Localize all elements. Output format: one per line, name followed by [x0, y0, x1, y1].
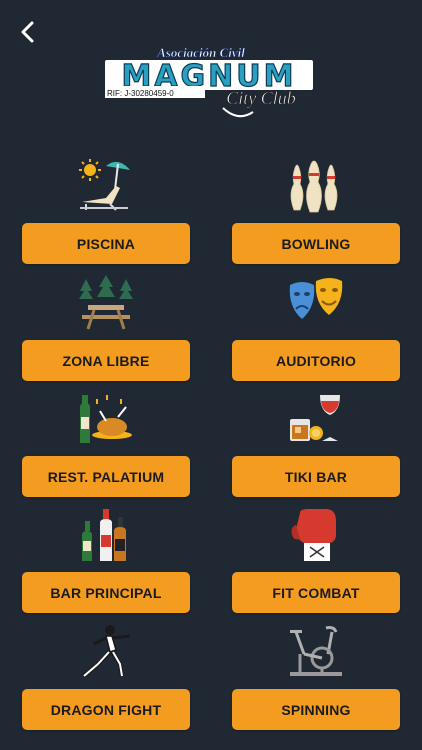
- menu-button[interactable]: PISCINA: [22, 223, 190, 264]
- menu-button[interactable]: BAR PRINCIPAL: [22, 572, 190, 613]
- menu-button[interactable]: SPINNING: [232, 689, 400, 730]
- menu-button[interactable]: BOWLING: [232, 223, 400, 264]
- menu-card-bowling: BOWLING: [232, 158, 400, 265]
- stationary-bike-icon: [286, 624, 346, 680]
- menu-card-rest-palatium: REST. PALATIUM: [22, 391, 190, 498]
- martial-artist-icon: [76, 624, 136, 680]
- menu-card-dragon-fight: DRAGON FIGHT: [22, 624, 190, 731]
- menu-card-piscina: PISCINA: [22, 158, 190, 265]
- menu-card-tiki-bar: TIKI BAR: [232, 391, 400, 498]
- menu-card-spinning: SPINNING: [232, 624, 400, 731]
- cocktail-icon: [286, 391, 346, 447]
- menu-button[interactable]: TIKI BAR: [232, 456, 400, 497]
- boxing-glove-icon: [286, 507, 346, 563]
- wine-chicken-icon: [76, 391, 136, 447]
- menu-card-auditorio: AUDITORIO: [232, 275, 400, 382]
- menu-button[interactable]: FIT COMBAT: [232, 572, 400, 613]
- menu-card-zona-libre: ZONA LIBRE: [22, 275, 190, 382]
- beach-chair-icon: [76, 158, 136, 214]
- menu-card-bar-principal: BAR PRINCIPAL: [22, 507, 190, 614]
- menu-button[interactable]: ZONA LIBRE: [22, 340, 190, 381]
- menu-button[interactable]: AUDITORIO: [232, 340, 400, 381]
- menu-button[interactable]: DRAGON FIGHT: [22, 689, 190, 730]
- bowling-pins-icon: [286, 158, 346, 214]
- theater-masks-icon: [286, 275, 346, 331]
- picnic-table-icon: [76, 275, 136, 331]
- bottles-icon: [76, 507, 136, 563]
- menu-button[interactable]: REST. PALATIUM: [22, 456, 190, 497]
- menu-card-fit-combat: FIT COMBAT: [232, 507, 400, 614]
